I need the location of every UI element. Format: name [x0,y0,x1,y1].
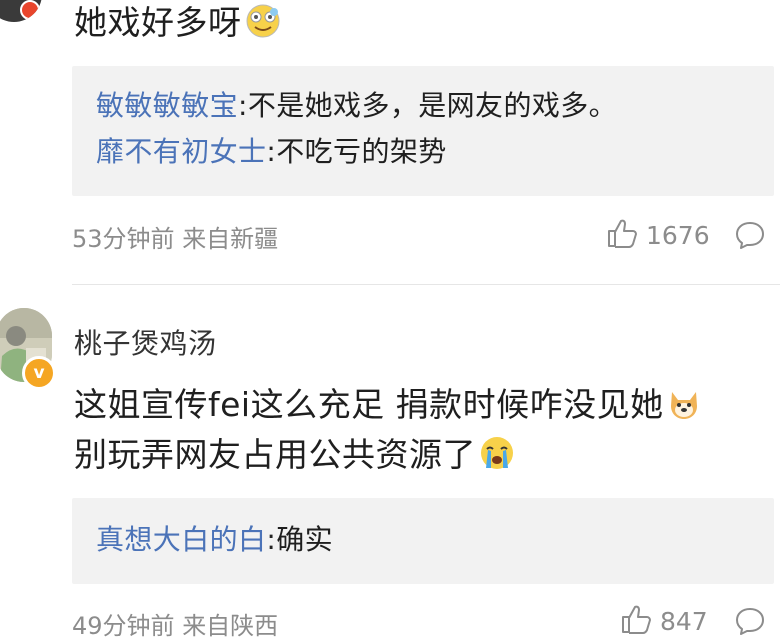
verified-badge-icon: v [22,356,56,390]
doge-emoji [666,386,702,436]
divider [72,284,780,285]
comment-meta: 53分钟前 来自新疆 [72,219,278,254]
reply-username[interactable]: 敏敏敏敏宝 [96,89,238,122]
comment-meta: 49分钟前 来自陕西 [72,606,278,641]
comment-text: 别玩弄网友占用公共资源了 [74,430,516,486]
avatar[interactable] [0,0,42,22]
reply-item[interactable]: 靡不有初女士:不吃亏的架势 [96,130,447,174]
comment-icon [734,608,766,641]
reply-text: 不是她戏多，是网友的戏多。 [247,89,618,122]
comment-time: 53分钟前 [72,225,175,253]
thumbs-up-icon [620,603,652,639]
like-count: 847 [660,606,708,636]
comment-location: 来自新疆 [182,225,279,253]
comment-time: 49分钟前 [72,612,175,640]
like-count: 1676 [646,220,710,250]
reply-text: 确实 [276,523,334,556]
comment-text: 她戏好多呀 [74,0,282,54]
comment-text: 这姐宣传fei这么充足 捐款时候咋没见她 [74,380,702,436]
reply-box[interactable]: 真想大白的白:确实 [72,498,774,584]
comment-location: 来自陕西 [182,612,279,640]
reply-button[interactable] [734,605,766,641]
thumbs-up-icon [606,217,638,253]
reply-item[interactable]: 敏敏敏敏宝:不是她戏多，是网友的戏多。 [96,84,617,128]
reply-item[interactable]: 真想大白的白:确实 [96,518,333,562]
reply-username[interactable]: 靡不有初女士 [96,135,266,168]
like-button[interactable]: 1676 [606,218,710,252]
crying-emoji [478,434,516,486]
avatar-badge [20,0,40,20]
username[interactable]: 桃子煲鸡汤 [74,322,217,362]
reply-button[interactable] [734,219,766,255]
reply-username[interactable]: 真想大白的白 [96,523,266,556]
reply-box[interactable]: 敏敏敏敏宝:不是她戏多，是网友的戏多。 靡不有初女士:不吃亏的架势 [72,66,774,196]
laugh-cry-emoji [244,2,282,54]
comment-icon [734,222,766,255]
like-button[interactable]: 847 [620,604,708,638]
reply-text: 不吃亏的架势 [276,135,447,168]
